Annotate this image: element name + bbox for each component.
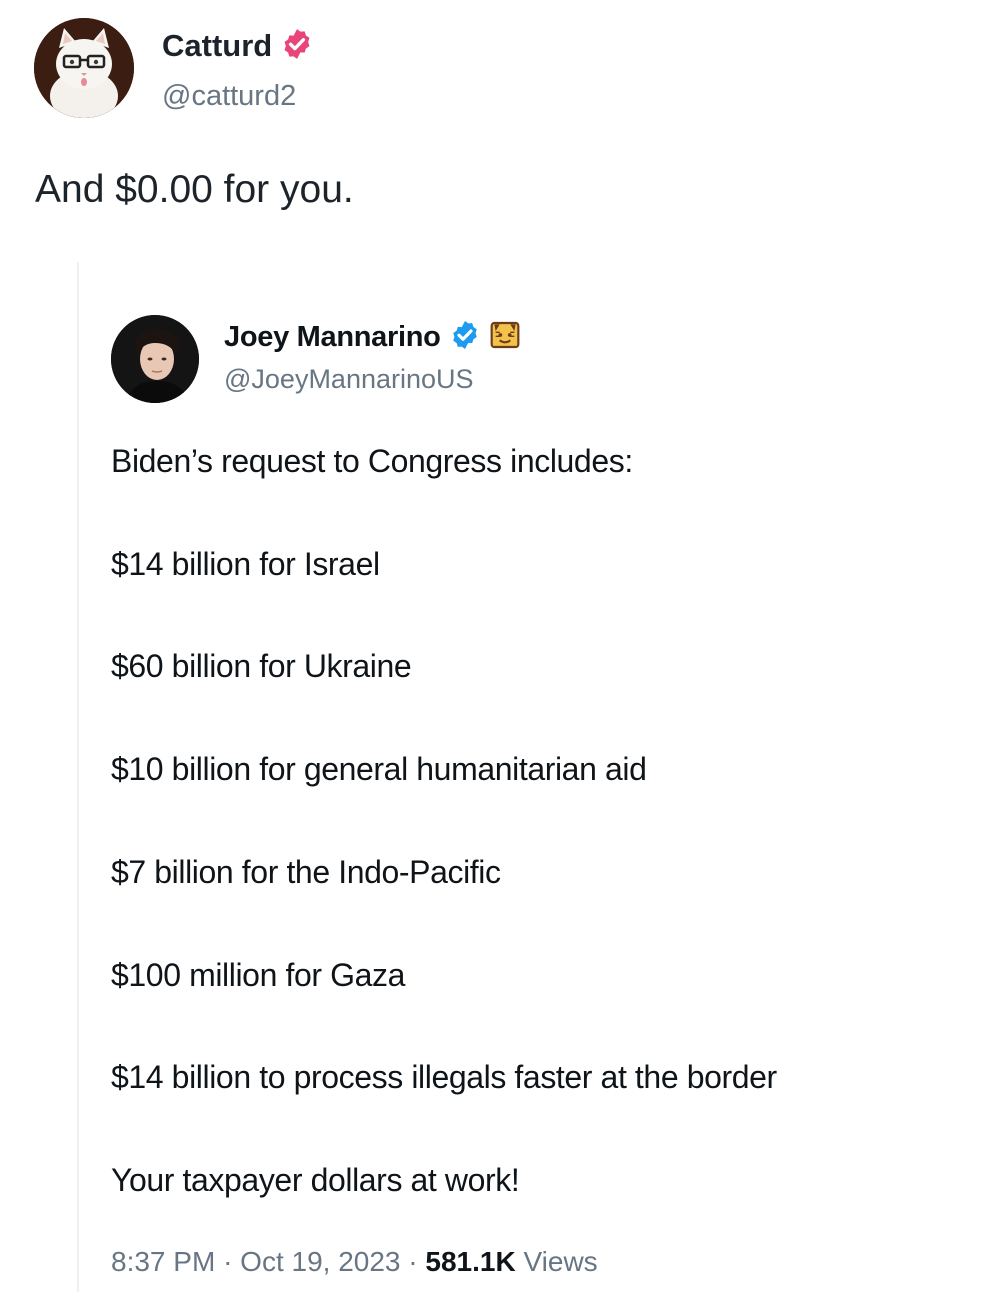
- quote-text-line: $100 million for Gaza: [111, 957, 405, 993]
- outer-tweet-text: And $0.00 for you.: [35, 168, 354, 211]
- tweet-time[interactable]: 8:37 PM: [111, 1246, 215, 1277]
- verified-badge-icon: [449, 319, 481, 356]
- quote-text-line: $14 billion for Israel: [111, 546, 380, 582]
- quote-author-handle[interactable]: @JoeyMannarinoUS: [224, 364, 474, 395]
- quote-author-name[interactable]: Joey Mannarino: [224, 321, 441, 354]
- man-portrait-avatar-icon: [111, 315, 199, 403]
- views-count: 581.1K: [425, 1246, 516, 1277]
- cat-face-emoji-icon: [489, 319, 521, 356]
- views-label: Views: [523, 1246, 598, 1277]
- verified-badge-icon: [280, 27, 314, 66]
- meta-separator: ·: [408, 1246, 418, 1277]
- meta-separator: ·: [223, 1246, 233, 1277]
- quote-divider-line: [77, 262, 79, 1292]
- quote-text-line: Your taxpayer dollars at work!: [111, 1162, 520, 1198]
- outer-author-row: Catturd: [162, 26, 314, 66]
- quote-text-line: $60 billion for Ukraine: [111, 648, 412, 684]
- tweet-date[interactable]: Oct 19, 2023: [240, 1246, 400, 1277]
- outer-author-handle[interactable]: @catturd2: [162, 80, 296, 113]
- outer-author-name[interactable]: Catturd: [162, 28, 272, 64]
- quote-text-line: Biden’s request to Congress includes:: [111, 443, 633, 479]
- joey-mannarino-avatar[interactable]: [111, 315, 199, 403]
- tweet-meta: 8:37 PM · Oct 19, 2023 · 581.1K Views: [111, 1246, 598, 1278]
- quote-text-line: $7 billion for the Indo-Pacific: [111, 854, 501, 890]
- tweet-screenshot: Catturd @catturd2 And $0.00 for you. Joe…: [0, 0, 985, 1315]
- catturd-avatar[interactable]: [34, 18, 134, 118]
- quote-text-line: $10 billion for general humanitarian aid: [111, 751, 647, 787]
- quote-author-row: Joey Mannarino: [224, 316, 521, 358]
- quote-text-line: $14 billion to process illegals faster a…: [111, 1059, 777, 1095]
- cat-with-glasses-avatar-icon: [34, 18, 134, 118]
